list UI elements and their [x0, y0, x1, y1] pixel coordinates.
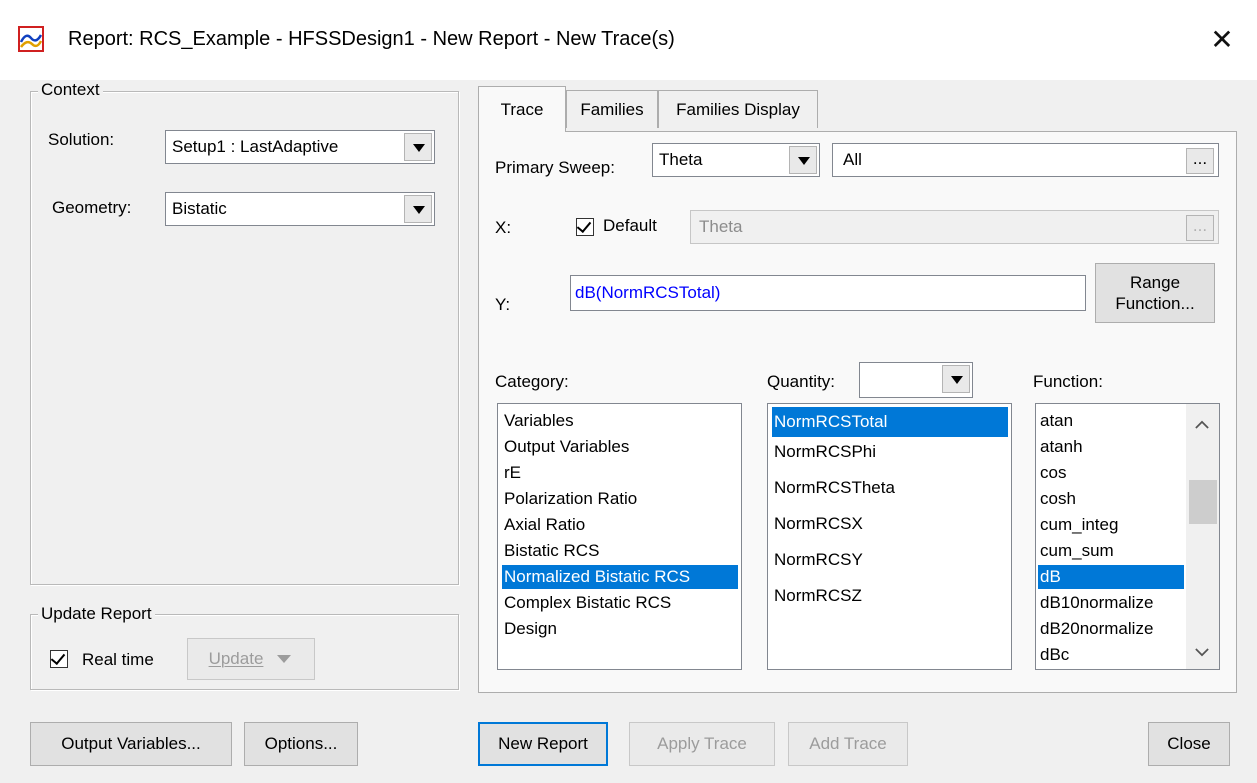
tab-trace-label: Trace — [500, 99, 544, 119]
tab-trace[interactable]: Trace — [478, 86, 566, 132]
chevron-down-icon[interactable] — [404, 133, 432, 161]
add-trace-button[interactable]: Add Trace — [788, 722, 908, 766]
range-function-button[interactable]: Range Function... — [1095, 263, 1215, 323]
x-expression-value: Theta — [699, 217, 743, 236]
quantity-filter-dropdown[interactable] — [859, 362, 973, 398]
list-item-selected[interactable]: Normalized Bistatic RCS — [502, 565, 738, 589]
list-item[interactable]: NormRCSZ — [772, 584, 862, 608]
options-label: Options... — [264, 734, 338, 753]
chevron-down-icon[interactable] — [942, 365, 970, 393]
context-group — [30, 91, 459, 585]
x-expression-field: Theta ... — [690, 210, 1219, 244]
update-button[interactable]: Update — [187, 638, 315, 680]
sweep-values-button[interactable]: ... — [1186, 148, 1214, 174]
category-label: Category: — [495, 372, 569, 391]
x-label: X: — [495, 218, 512, 237]
list-item[interactable]: cum_integ — [1038, 513, 1118, 537]
update-button-label: Update — [208, 649, 264, 668]
geometry-dropdown[interactable]: Bistatic — [165, 192, 435, 226]
geometry-value: Bistatic — [172, 199, 227, 218]
list-item[interactable]: Output Variables — [502, 435, 629, 459]
tab-families-label: Families — [580, 99, 644, 119]
list-item[interactable]: NormRCSX — [772, 512, 863, 536]
new-report-button[interactable]: New Report — [478, 722, 608, 766]
close-icon[interactable]: ✕ — [1200, 18, 1244, 62]
solution-dropdown[interactable]: Setup1 : LastAdaptive — [165, 130, 435, 164]
realtime-checkbox[interactable] — [50, 650, 68, 668]
range-function-label-line2: Function... — [1115, 294, 1195, 313]
y-label: Y: — [495, 295, 511, 314]
chevron-down-icon[interactable] — [1195, 648, 1209, 657]
solution-label: Solution: — [48, 130, 115, 149]
function-label: Function: — [1033, 372, 1103, 391]
function-scrollbar[interactable] — [1186, 404, 1219, 669]
context-legend: Context — [38, 80, 103, 100]
default-x-checkbox[interactable] — [576, 218, 594, 236]
output-variables-button[interactable]: Output Variables... — [30, 722, 232, 766]
update-report-legend: Update Report — [38, 604, 155, 624]
primary-sweep-value: Theta — [659, 150, 703, 169]
solution-value: Setup1 : LastAdaptive — [172, 137, 339, 156]
list-item[interactable]: Bistatic RCS — [502, 539, 599, 563]
primary-sweep-dropdown[interactable]: Theta — [652, 143, 820, 177]
hfss-app-icon — [18, 26, 44, 52]
list-item[interactable]: cos — [1038, 461, 1066, 485]
list-item[interactable]: atan — [1038, 409, 1073, 433]
list-item-selected[interactable]: NormRCSTotal — [772, 407, 1008, 437]
primary-sweep-range-field: All ... — [832, 143, 1219, 177]
add-trace-label: Add Trace — [809, 734, 887, 753]
list-item[interactable]: Polarization Ratio — [502, 487, 637, 511]
default-x-label: Default — [603, 216, 657, 235]
range-function-label-line1: Range — [1129, 273, 1181, 292]
list-item[interactable]: Design — [502, 617, 557, 641]
list-item[interactable]: cum_sum — [1038, 539, 1114, 563]
geometry-label: Geometry: — [52, 198, 132, 217]
tab-families[interactable]: Families — [566, 90, 658, 128]
tab-families-display-label: Families Display — [676, 99, 800, 119]
y-expression-field[interactable]: dB(NormRCSTotal) — [570, 275, 1086, 311]
list-item-selected[interactable]: dB — [1038, 565, 1184, 589]
close-button[interactable]: Close — [1148, 722, 1230, 766]
chevron-down-icon[interactable] — [404, 195, 432, 223]
realtime-label: Real time — [82, 650, 154, 669]
window-title: Report: RCS_Example - HFSSDesign1 - New … — [68, 28, 675, 50]
list-item[interactable]: Variables — [502, 409, 574, 433]
list-item[interactable]: atanh — [1038, 435, 1083, 459]
list-item[interactable]: cosh — [1038, 487, 1076, 511]
x-values-button[interactable]: ... — [1186, 215, 1214, 241]
apply-trace-label: Apply Trace — [657, 734, 747, 753]
category-listbox[interactable]: Variables Output Variables rE Polarizati… — [497, 403, 742, 670]
close-label: Close — [1167, 734, 1211, 753]
list-item[interactable]: dBc — [1038, 643, 1069, 667]
y-expression-value: dB(NormRCSTotal) — [575, 283, 721, 302]
apply-trace-button[interactable]: Apply Trace — [629, 722, 775, 766]
list-item[interactable]: dB10normalize — [1038, 591, 1153, 615]
primary-sweep-label: Primary Sweep: — [495, 158, 615, 177]
output-variables-label: Output Variables... — [61, 734, 201, 753]
list-item[interactable]: NormRCSTheta — [772, 476, 895, 500]
options-button[interactable]: Options... — [244, 722, 358, 766]
quantity-label: Quantity: — [767, 372, 836, 391]
list-item[interactable]: rE — [502, 461, 521, 485]
list-item[interactable]: NormRCSY — [772, 548, 863, 572]
primary-sweep-range-value: All — [843, 150, 862, 169]
new-report-label: New Report — [498, 734, 588, 753]
chevron-down-icon[interactable] — [789, 146, 817, 174]
chevron-up-icon[interactable] — [1195, 420, 1209, 429]
list-item[interactable]: NormRCSPhi — [772, 440, 876, 464]
function-listbox[interactable]: atan atanh cos cosh cum_integ cum_sum dB… — [1035, 403, 1220, 670]
chevron-down-icon — [277, 655, 292, 663]
list-item[interactable]: dB20normalize — [1038, 617, 1153, 641]
scrollbar-thumb[interactable] — [1189, 480, 1217, 524]
quantity-listbox[interactable]: NormRCSTotal NormRCSPhi NormRCSTheta Nor… — [767, 403, 1012, 670]
tab-families-display[interactable]: Families Display — [658, 90, 818, 128]
title-bar: Report: RCS_Example - HFSSDesign1 - New … — [0, 0, 1257, 80]
list-item[interactable]: Complex Bistatic RCS — [502, 591, 671, 615]
list-item[interactable]: Axial Ratio — [502, 513, 585, 537]
